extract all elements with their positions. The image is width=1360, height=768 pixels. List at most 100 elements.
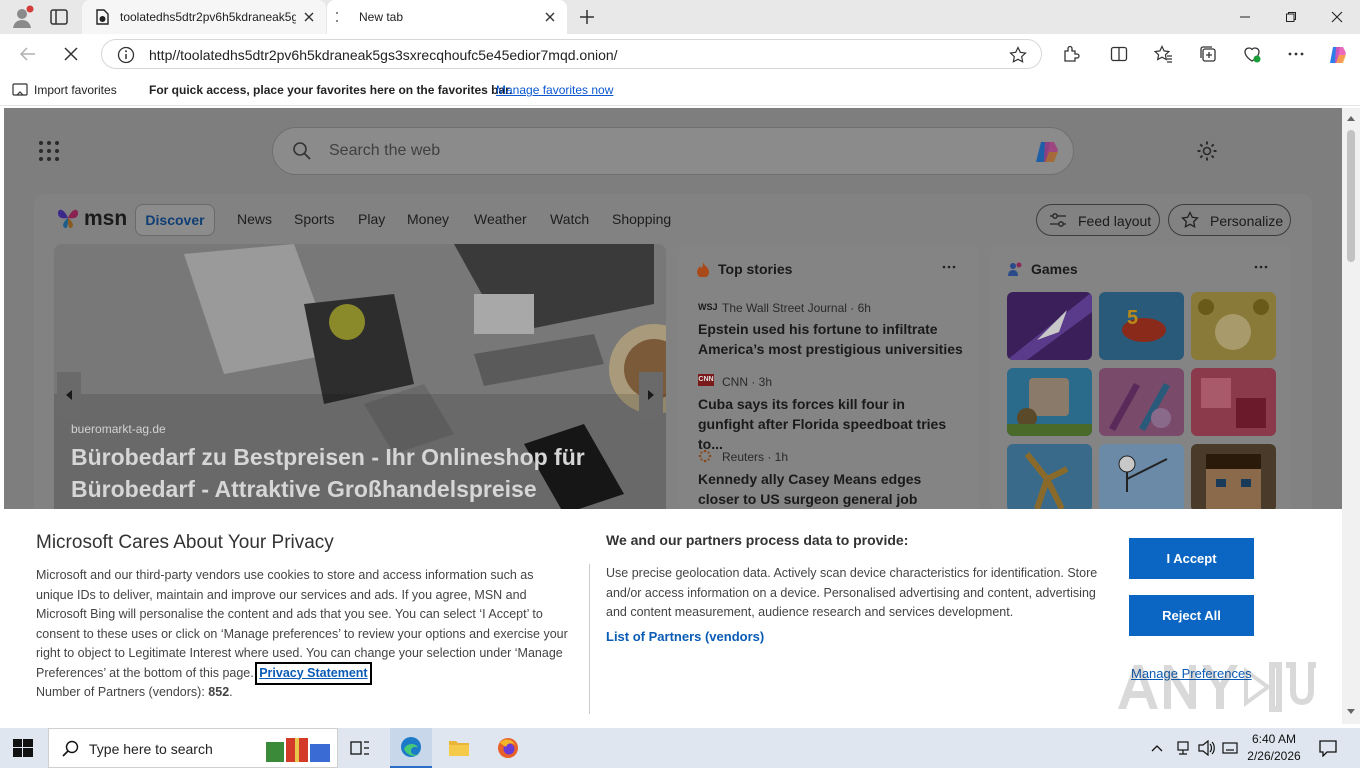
personalize-button[interactable]: Personalize <box>1168 204 1291 236</box>
anyrun-watermark-logo <box>1118 662 1316 712</box>
tab-actions-icon[interactable] <box>50 9 68 25</box>
story-headline[interactable]: Epstein used his fortune to infiltrate A… <box>698 319 963 359</box>
stop-loading-icon[interactable] <box>61 44 81 64</box>
system-clock[interactable]: 6:40 AM 2/26/2026 <box>1240 731 1308 765</box>
msn-logo: msn <box>84 207 128 230</box>
file-explorer-icon[interactable] <box>448 738 470 758</box>
game-tile-makeup[interactable] <box>1099 368 1184 436</box>
nav-tab-play[interactable]: Play <box>358 211 385 227</box>
reject-all-button[interactable]: Reject All <box>1129 595 1254 636</box>
privacy-statement-link[interactable]: Privacy Statement <box>255 661 372 685</box>
site-info-icon[interactable] <box>117 46 135 64</box>
tab-onion[interactable]: toolatedhs5dtr2pv6h5kdraneak5gs3sxrecqho… <box>82 0 326 34</box>
consent-divider <box>589 564 590 714</box>
accept-button[interactable]: I Accept <box>1129 538 1254 579</box>
scrollbar-thumb[interactable] <box>1347 130 1355 262</box>
story-headline[interactable]: Cuba says its forces kill four in gunfig… <box>698 394 963 454</box>
manage-favorites-link[interactable]: Manage favorites now <box>496 83 613 97</box>
game-tile-blocky[interactable] <box>1191 444 1276 512</box>
start-windows-icon[interactable] <box>13 739 33 757</box>
windows-taskbar: Type here to search 6:40 AM 2/26/2026 <box>0 728 1360 768</box>
game-tile-mugs[interactable] <box>1007 368 1092 436</box>
page-settings-gear-icon[interactable] <box>1196 140 1218 162</box>
address-toolbar: http//toolatedhs5dtr2pv6h5kdraneak5gs3sx… <box>0 34 1360 74</box>
hero-headline[interactable]: Bürobedarf zu Bestpreisen - Ihr Onlinesh… <box>71 441 631 505</box>
favorites-bar-message: For quick access, place your favorites h… <box>149 83 513 97</box>
game-tile-rocket[interactable] <box>1007 292 1092 360</box>
privacy-consent-banner: Microsoft Cares About Your Privacy Micro… <box>4 509 1342 724</box>
story-source: CNN · 3h <box>722 375 773 389</box>
game-tile-blocks[interactable] <box>1191 368 1276 436</box>
copilot-icon[interactable] <box>1033 138 1063 166</box>
edge-icon <box>401 737 421 757</box>
chevron-left-icon <box>66 390 72 400</box>
address-bar[interactable]: http//toolatedhs5dtr2pv6h5kdraneak5gs3sx… <box>101 39 1042 69</box>
nav-tab-sports[interactable]: Sports <box>294 211 334 227</box>
partners-list-link[interactable]: List of Partners (vendors) <box>606 629 764 644</box>
rocket-game-icon <box>1007 292 1092 360</box>
scroll-up-icon[interactable] <box>1346 114 1356 122</box>
volume-icon[interactable] <box>1198 740 1216 756</box>
clock-date: 2/26/2026 <box>1247 749 1301 763</box>
show-hidden-icons-chevron-icon[interactable] <box>1150 741 1164 755</box>
game-tile-ragdoll[interactable] <box>1007 444 1092 512</box>
hero-source: bueromarkt-ag.de <box>71 422 166 436</box>
collections-icon[interactable] <box>1198 44 1218 64</box>
scroll-down-icon[interactable] <box>1346 708 1356 716</box>
nav-tab-watch[interactable]: Watch <box>550 211 589 227</box>
top-stories-title: Top stories <box>718 261 793 277</box>
wsj-logo: WSJ <box>698 302 718 312</box>
tab-new-tab[interactable]: New tab <box>327 0 567 34</box>
taskbar-search-box[interactable]: Type here to search <box>48 728 338 768</box>
close-icon <box>1331 11 1343 23</box>
browser-essentials-icon[interactable] <box>1242 44 1262 64</box>
back-arrow-icon[interactable] <box>18 44 38 64</box>
copilot-icon[interactable] <box>1327 44 1347 64</box>
purposes-heading: We and our partners process data to prov… <box>606 532 909 548</box>
mugs-game-icon <box>1007 378 1092 436</box>
page-scrollbar[interactable] <box>1342 108 1360 724</box>
personalize-star-icon <box>1181 211 1199 229</box>
feed-layout-button[interactable]: Feed layout <box>1036 204 1160 236</box>
partners-count: 852 <box>208 685 230 699</box>
network-icon[interactable] <box>1175 740 1191 756</box>
hero-next-button[interactable] <box>639 372 663 418</box>
new-tab-plus-icon[interactable] <box>578 8 596 26</box>
apps-launcher-icon[interactable] <box>38 140 60 162</box>
close-window-button[interactable] <box>1314 0 1360 34</box>
import-favorites-icon[interactable] <box>12 82 28 98</box>
nav-tab-news[interactable]: News <box>237 211 272 227</box>
taskbar-edge-button[interactable] <box>390 728 432 768</box>
firefox-icon[interactable] <box>497 737 519 759</box>
web-search-box[interactable]: Search the web <box>272 127 1074 175</box>
more-options-icon[interactable] <box>1253 259 1269 275</box>
hero-article[interactable]: bueromarkt-ag.de Bürobedarf zu Bestpreis… <box>54 244 666 524</box>
restore-button[interactable] <box>1268 0 1314 34</box>
more-options-icon[interactable] <box>941 259 957 275</box>
close-tab-icon[interactable] <box>302 10 316 24</box>
restore-icon <box>1286 12 1296 22</box>
import-favorites-button[interactable]: Import favorites <box>34 83 117 97</box>
favorites-icon[interactable] <box>1153 44 1173 64</box>
profile-avatar-icon[interactable] <box>10 5 34 29</box>
close-tab-icon[interactable] <box>543 10 557 24</box>
extensions-icon[interactable] <box>1061 44 1081 64</box>
nav-tab-shopping[interactable]: Shopping <box>612 211 671 227</box>
game-tile-bees[interactable] <box>1191 292 1276 360</box>
favorite-star-icon[interactable] <box>1009 46 1027 64</box>
hero-prev-button[interactable] <box>57 372 81 418</box>
more-menu-icon[interactable] <box>1286 44 1306 64</box>
notifications-icon[interactable] <box>1318 739 1338 757</box>
minimize-button[interactable] <box>1222 0 1268 34</box>
taskbar-search-placeholder: Type here to search <box>89 741 213 757</box>
task-view-icon[interactable] <box>350 739 370 757</box>
keyboard-input-icon[interactable] <box>1222 740 1238 756</box>
story-headline[interactable]: Kennedy ally Casey Means edges closer to… <box>698 469 963 509</box>
fish-game-icon: 5 <box>1122 307 1166 342</box>
game-tile-fish[interactable]: 5 <box>1099 292 1184 360</box>
nav-tab-money[interactable]: Money <box>407 211 449 227</box>
split-screen-icon[interactable] <box>1109 44 1129 64</box>
nav-tab-discover[interactable]: Discover <box>135 204 215 236</box>
nav-tab-weather[interactable]: Weather <box>474 211 527 227</box>
game-tile-stickman[interactable] <box>1099 444 1184 512</box>
